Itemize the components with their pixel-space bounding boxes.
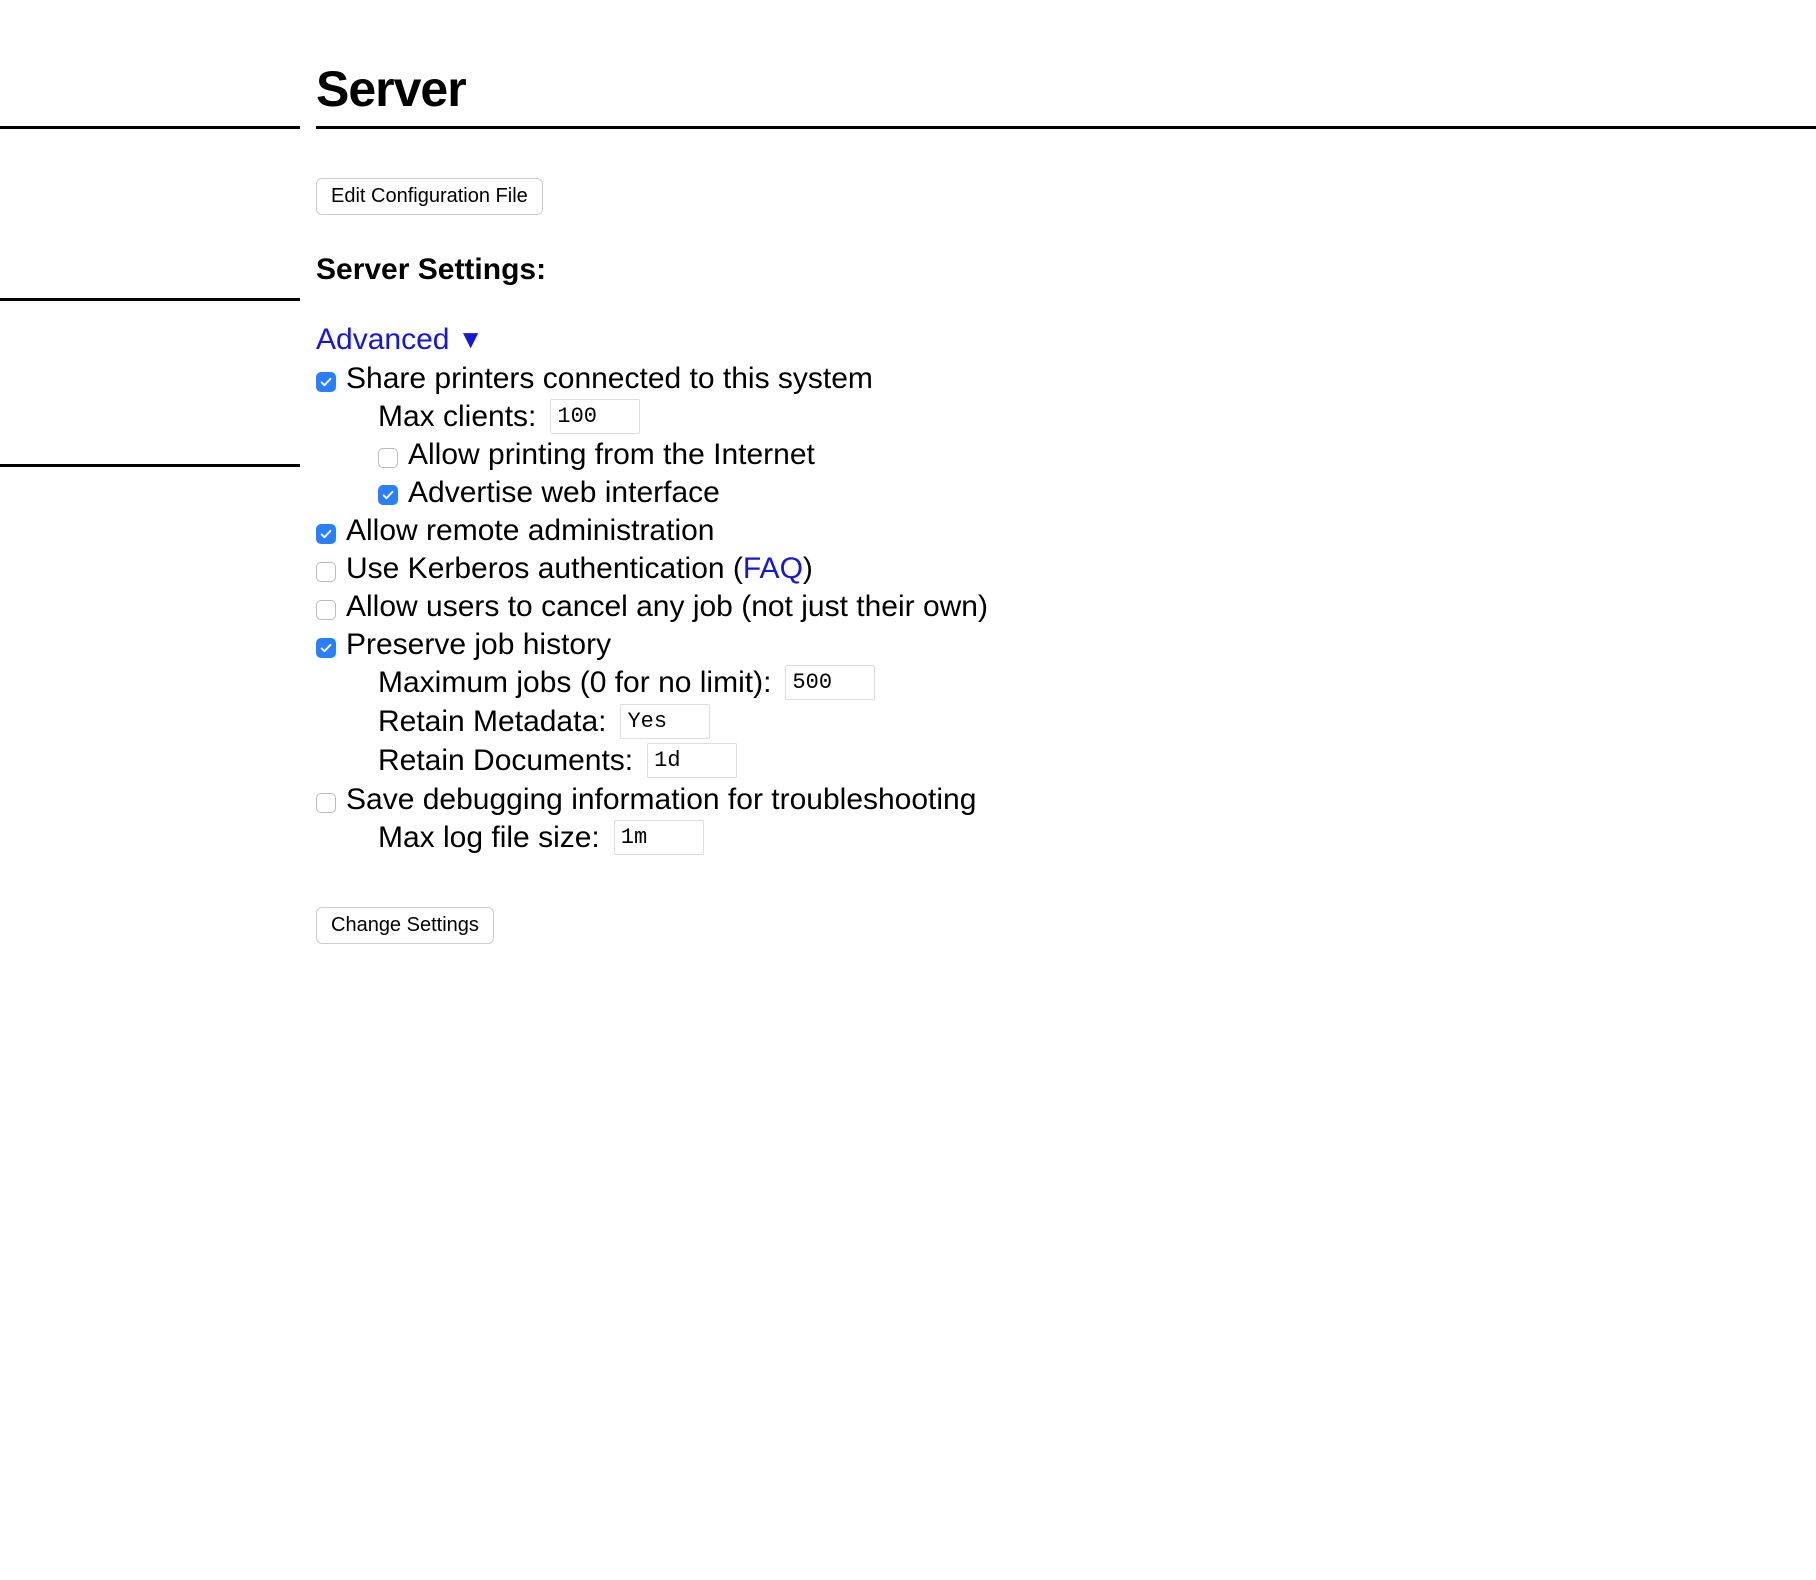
allow-internet-checkbox[interactable] [378, 448, 398, 468]
retain-metadata-label: Retain Metadata: [378, 702, 606, 741]
sidebar-divider-2 [0, 298, 300, 301]
page-title: Server [316, 60, 1816, 118]
cancel-any-job-checkbox[interactable] [316, 600, 336, 620]
check-icon [381, 488, 395, 502]
advanced-toggle[interactable]: Advanced ▼ [316, 323, 484, 357]
retain-documents-label: Retain Documents: [378, 741, 633, 780]
edit-configuration-file-button[interactable]: Edit Configuration File [316, 178, 543, 215]
preserve-history-label: Preserve job history [346, 627, 611, 663]
faq-link[interactable]: FAQ [743, 552, 803, 585]
change-settings-button[interactable]: Change Settings [316, 907, 494, 944]
check-icon [319, 527, 333, 541]
max-clients-label: Max clients: [378, 397, 536, 436]
advertise-web-checkbox[interactable] [378, 485, 398, 505]
max-log-label: Max log file size: [378, 818, 600, 857]
server-settings-heading: Server Settings: [316, 253, 1816, 287]
retain-metadata-input[interactable] [620, 704, 710, 739]
allow-remote-admin-label: Allow remote administration [346, 513, 714, 549]
max-clients-input[interactable] [550, 399, 640, 434]
max-jobs-label: Maximum jobs (0 for no limit): [378, 663, 771, 702]
debug-label: Save debugging information for troublesh… [346, 782, 976, 818]
advertise-web-label: Advertise web interface [408, 474, 720, 512]
advanced-label: Advanced [316, 323, 449, 356]
sidebar-divider-1 [0, 126, 300, 129]
preserve-history-checkbox[interactable] [316, 638, 336, 658]
kerberos-label: Use Kerberos authentication (FAQ) [346, 551, 813, 587]
share-printers-label: Share printers connected to this system [346, 361, 873, 397]
max-log-input[interactable] [614, 820, 704, 855]
chevron-down-icon: ▼ [458, 324, 484, 354]
share-printers-checkbox[interactable] [316, 372, 336, 392]
allow-remote-admin-checkbox[interactable] [316, 524, 336, 544]
kerberos-checkbox[interactable] [316, 562, 336, 582]
check-icon [319, 375, 333, 389]
cancel-any-job-label: Allow users to cancel any job (not just … [346, 589, 988, 625]
check-icon [319, 641, 333, 655]
retain-documents-input[interactable] [647, 743, 737, 778]
sidebar-divider-3 [0, 464, 300, 467]
debug-checkbox[interactable] [316, 793, 336, 813]
allow-internet-label: Allow printing from the Internet [408, 436, 815, 474]
max-jobs-input[interactable] [785, 665, 875, 700]
